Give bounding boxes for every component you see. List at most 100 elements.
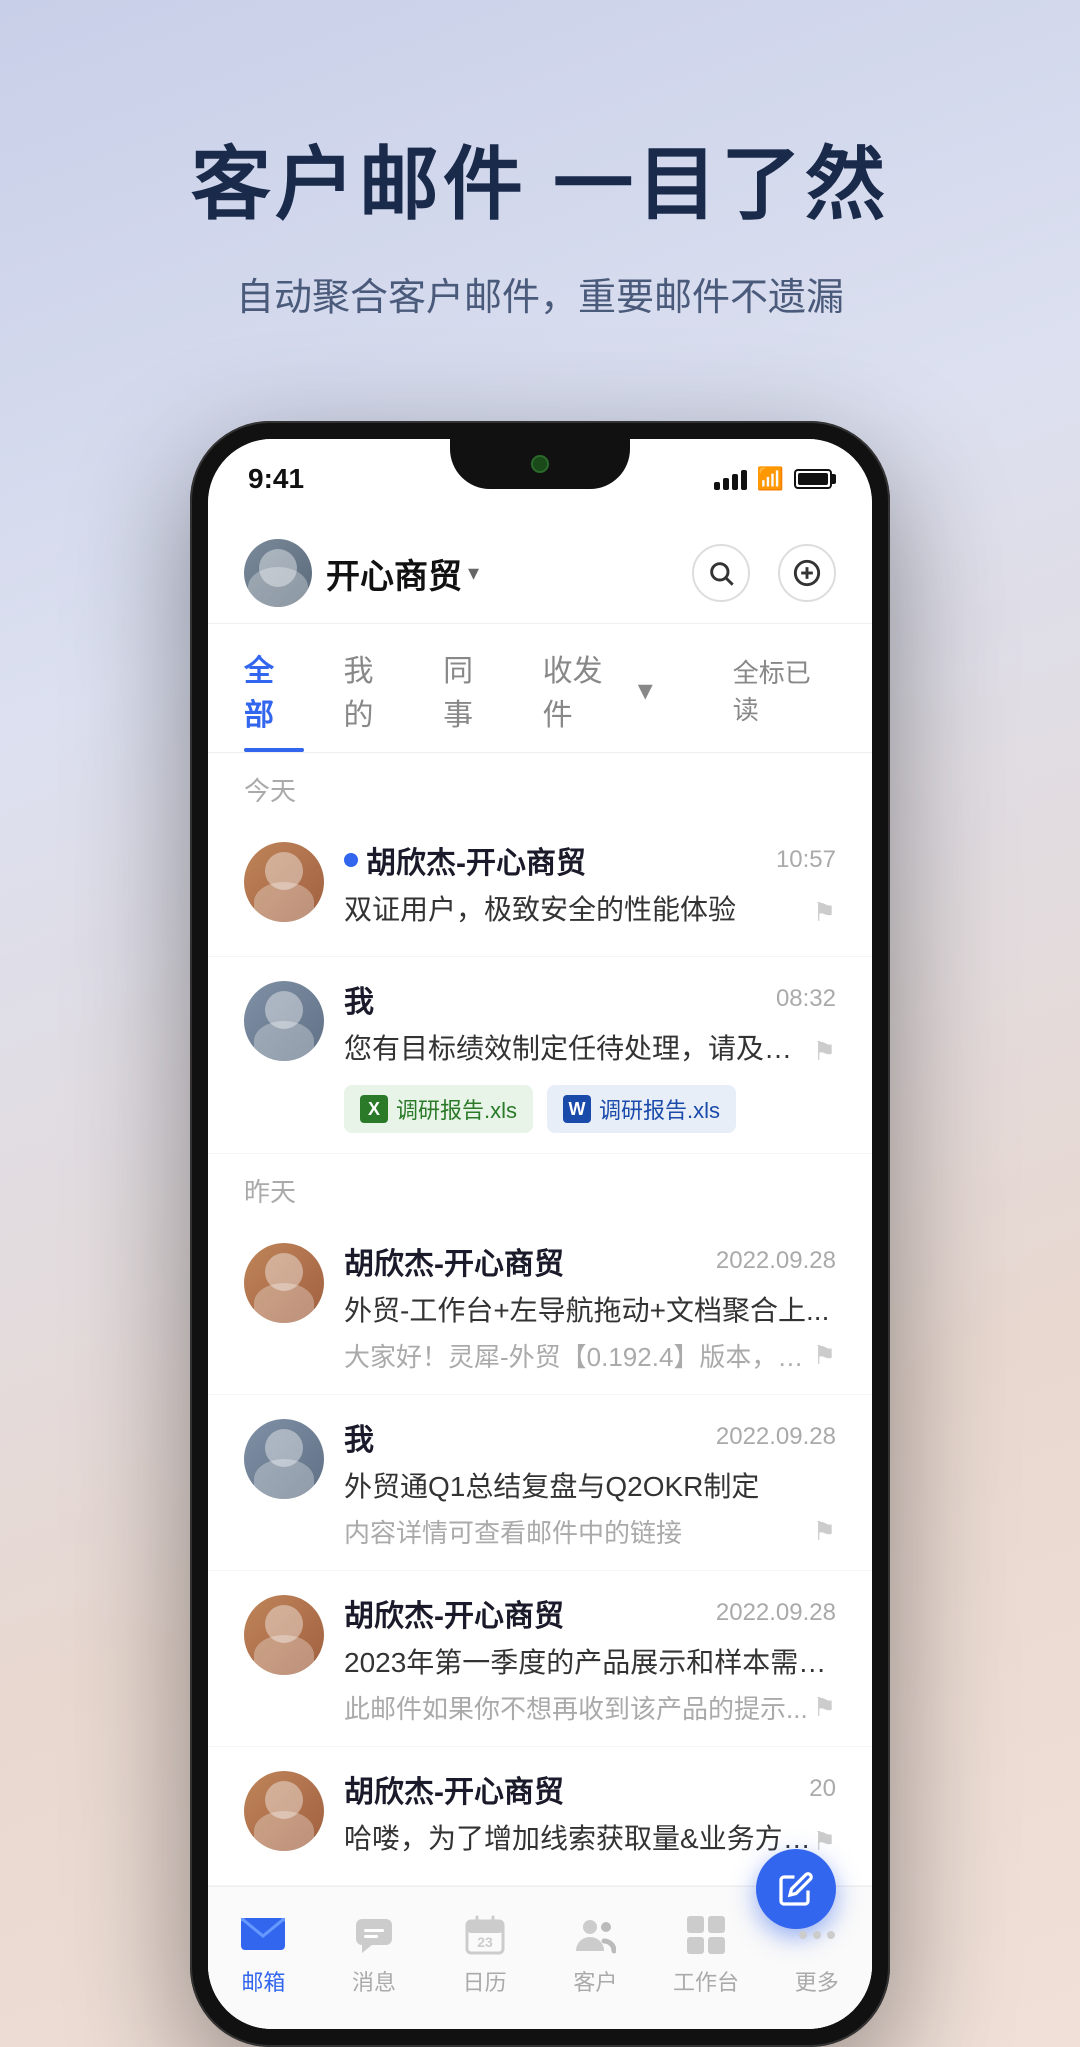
email-content: 我 08:32 您有目标绩效制定任待处理，请及时添加... ⚑ X 调研报告. <box>344 977 836 1133</box>
email-subject: 2023年第一季度的产品展示和样本需求... <box>344 1641 836 1681</box>
wifi-icon: 📶 <box>757 466 784 492</box>
mark-all-read-button[interactable]: 全标已读 <box>733 631 836 745</box>
flag-icon[interactable]: ⚑ <box>813 1340 836 1371</box>
nav-label: 更多 <box>795 1965 839 1997</box>
email-subject: 外贸-工作台+左导航拖动+文档聚合上... <box>344 1289 836 1329</box>
camera <box>531 455 549 473</box>
attachment-excel[interactable]: X 调研报告.xls <box>344 1085 533 1133</box>
nav-item-calendar[interactable]: 23 日历 <box>429 1903 540 2005</box>
flag-icon[interactable]: ⚑ <box>813 1826 836 1857</box>
phone-screen: 9:41 📶 <box>208 439 872 2029</box>
flag-icon[interactable]: ⚑ <box>813 1692 836 1723</box>
search-button[interactable] <box>692 544 750 602</box>
avatar <box>244 842 324 922</box>
grid-icon <box>682 1911 730 1959</box>
page-subtitle: 自动聚合客户邮件，重要邮件不遗漏 <box>60 266 1020 321</box>
add-button[interactable] <box>778 544 836 602</box>
nav-item-mailbox[interactable]: 邮箱 <box>208 1903 319 2005</box>
email-content: 我 2022.09.28 外贸通Q1总结复盘与Q2OKR制定 内容详情可查看邮件… <box>344 1415 836 1550</box>
phone-frame: 9:41 📶 <box>190 421 890 2047</box>
email-preview: 内容详情可查看邮件中的链接 <box>344 1513 682 1550</box>
signal-icon <box>714 468 747 490</box>
nav-label: 邮箱 <box>241 1965 285 1997</box>
attachment-word[interactable]: W 调研报告.xls <box>547 1085 736 1133</box>
flag-icon[interactable]: ⚑ <box>813 1036 836 1067</box>
email-time: 10:57 <box>776 846 836 874</box>
mail-icon <box>239 1911 287 1959</box>
email-time: 08:32 <box>776 985 836 1013</box>
email-time: 2022.09.28 <box>716 1599 836 1627</box>
email-sender: 胡欣杰-开心商贸 <box>344 1591 564 1635</box>
tab-all[interactable]: 全部 <box>244 624 304 752</box>
email-sender: 胡欣杰-开心商贸 <box>344 838 586 882</box>
email-subject: 外贸通Q1总结复盘与Q2OKR制定 <box>344 1465 836 1505</box>
tab-mine[interactable]: 我的 <box>344 624 404 752</box>
status-time: 9:41 <box>248 463 304 495</box>
section-yesterday-label: 昨天 <box>208 1154 872 1219</box>
status-icons: 📶 <box>714 466 832 492</box>
people-icon <box>571 1911 619 1959</box>
chat-icon <box>350 1911 398 1959</box>
app-screen: 开心商贸 ▾ <box>208 519 872 2029</box>
tab-colleagues[interactable]: 同事 <box>443 624 503 752</box>
unread-dot <box>344 853 358 867</box>
email-time: 2022.09.28 <box>716 1423 836 1451</box>
more-icon <box>793 1911 841 1959</box>
avatar <box>244 1595 324 1675</box>
email-time: 2022.09.28 <box>716 1247 836 1275</box>
email-content: 胡欣杰-开心商贸 2022.09.28 外贸-工作台+左导航拖动+文档聚合上..… <box>344 1239 836 1374</box>
email-item[interactable]: 我 08:32 您有目标绩效制定任待处理，请及时添加... ⚑ X 调研报告. <box>208 957 872 1154</box>
email-subject: 双证用户，极致安全的性能体验 <box>344 888 736 928</box>
email-content: 胡欣杰-开心商贸 20 哈喽，为了增加线索获取量&业务方向的... ⚑ <box>344 1767 836 1865</box>
status-bar: 9:41 📶 <box>208 439 872 519</box>
email-item[interactable]: 胡欣杰-开心商贸 2022.09.28 2023年第一季度的产品展示和样本需求.… <box>208 1571 872 1747</box>
attachment-name: 调研报告.xls <box>599 1093 720 1125</box>
email-content: 胡欣杰-开心商贸 2022.09.28 2023年第一季度的产品展示和样本需求.… <box>344 1591 836 1726</box>
company-name: 开心商贸 <box>326 549 462 598</box>
flag-icon[interactable]: ⚑ <box>813 1516 836 1547</box>
email-preview: 此邮件如果你不想再收到该产品的提示... <box>344 1689 808 1726</box>
email-item[interactable]: 我 2022.09.28 外贸通Q1总结复盘与Q2OKR制定 内容详情可查看邮件… <box>208 1395 872 1571</box>
excel-icon: X <box>360 1095 388 1123</box>
avatar <box>244 981 324 1061</box>
email-subject: 哈喽，为了增加线索获取量&业务方向的... <box>344 1817 813 1857</box>
phone-mockup: 9:41 📶 <box>0 421 1080 2047</box>
word-icon: W <box>563 1095 591 1123</box>
email-content: 胡欣杰-开心商贸 10:57 双证用户，极致安全的性能体验 ⚑ <box>344 838 836 936</box>
flag-icon[interactable]: ⚑ <box>813 897 836 928</box>
email-sender: 我 <box>344 1415 374 1459</box>
email-attachments: X 调研报告.xls W 调研报告.xls <box>344 1085 836 1133</box>
nav-item-workbench[interactable]: 工作台 <box>651 1903 762 2005</box>
email-subject: 您有目标绩效制定任待处理，请及时添加... <box>344 1027 813 1067</box>
email-sender: 我 <box>344 977 374 1021</box>
nav-label: 日历 <box>463 1965 507 1997</box>
dropdown-arrow-icon: ▾ <box>468 560 479 586</box>
app-header-right <box>692 544 836 602</box>
nav-item-customers[interactable]: 客户 <box>540 1903 651 2005</box>
nav-label: 客户 <box>573 1965 617 1997</box>
avatar <box>244 1243 324 1323</box>
attachment-name: 调研报告.xls <box>396 1093 517 1125</box>
notch <box>450 439 630 489</box>
svg-text:23: 23 <box>477 1934 493 1950</box>
tab-sent-received[interactable]: 收发件 ▾ <box>543 624 653 752</box>
email-item[interactable]: 胡欣杰-开心商贸 10:57 双证用户，极致安全的性能体验 ⚑ <box>208 818 872 957</box>
email-sender: 胡欣杰-开心商贸 <box>344 1239 564 1283</box>
page-header: 客户邮件 一目了然 自动聚合客户邮件，重要邮件不遗漏 <box>0 0 1080 401</box>
email-preview: 大家好！灵犀-外贸【0.192.4】版本，经过... <box>344 1337 813 1374</box>
app-header: 开心商贸 ▾ <box>208 519 872 624</box>
nav-item-messages[interactable]: 消息 <box>319 1903 430 2005</box>
section-today-label: 今天 <box>208 753 872 818</box>
email-sender: 胡欣杰-开心商贸 <box>344 1767 564 1811</box>
edit-icon <box>778 1871 814 1907</box>
battery-icon <box>794 469 832 489</box>
avatar <box>244 1771 324 1851</box>
app-header-left: 开心商贸 ▾ <box>244 539 479 607</box>
email-item[interactable]: 胡欣杰-开心商贸 2022.09.28 外贸-工作台+左导航拖动+文档聚合上..… <box>208 1219 872 1395</box>
company-selector[interactable]: 开心商贸 ▾ <box>326 549 479 598</box>
tab-sent-label: 收发件 ▾ <box>543 646 653 734</box>
tabs-bar: 全部 我的 同事 收发件 ▾ 全标已读 <box>208 624 872 753</box>
avatar[interactable] <box>244 539 312 607</box>
email-time: 20 <box>809 1775 836 1803</box>
calendar-icon: 23 <box>461 1911 509 1959</box>
